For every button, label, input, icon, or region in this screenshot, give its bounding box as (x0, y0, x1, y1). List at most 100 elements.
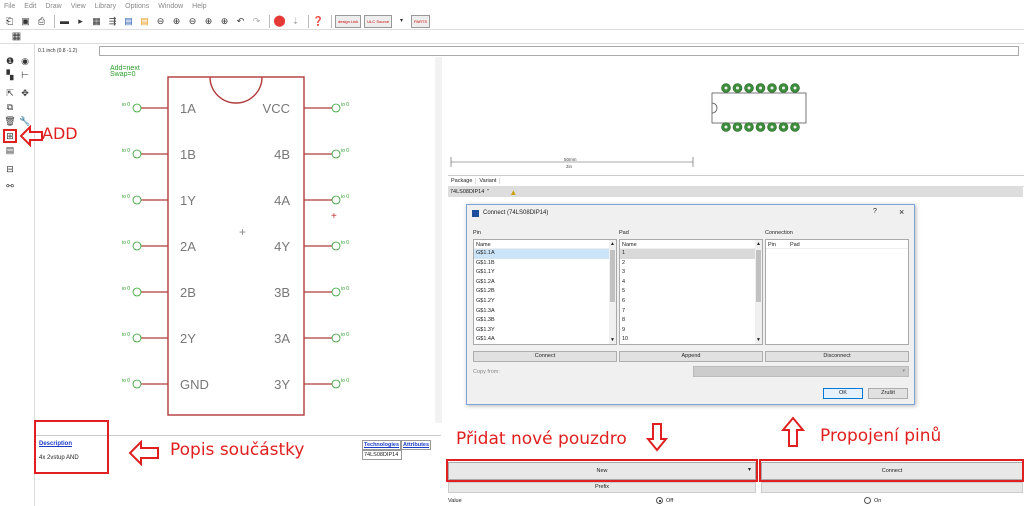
pad-list-item[interactable]: 4 (620, 278, 762, 288)
pin-list-scrollbar[interactable]: ▲ ▼ (609, 240, 616, 344)
move-icon[interactable]: ⇱ (4, 88, 16, 98)
design-link-button[interactable]: design Link (335, 14, 362, 28)
menu-options[interactable]: Options (125, 3, 149, 10)
pad-list-item[interactable]: 10 (620, 335, 762, 344)
zoom-in-icon[interactable]: ⊕ (170, 15, 183, 28)
print-icon[interactable]: ⎙ (35, 15, 48, 28)
invoke-icon[interactable]: ⊟ (4, 164, 16, 174)
cam-icon[interactable]: ▬ (58, 15, 71, 28)
scroll-up-icon[interactable]: ▲ (609, 240, 616, 248)
zoom-redraw-icon[interactable]: ⊕ (218, 15, 231, 28)
scroll-down-icon[interactable]: ▼ (609, 336, 616, 344)
scroll-thumb[interactable] (610, 250, 615, 302)
move-cross-icon[interactable]: ✥ (19, 88, 31, 98)
redo-icon[interactable]: ↷ (250, 15, 263, 28)
zoom-out-icon[interactable]: ⊖ (186, 15, 199, 28)
table-icon[interactable]: ▦ (10, 30, 23, 43)
save-icon[interactable]: ▣ (19, 15, 32, 28)
copy-icon[interactable]: ⧉ (4, 102, 16, 112)
info-icon[interactable]: ❶ (4, 56, 16, 66)
pin-list-item[interactable]: G$1.2A (474, 278, 616, 288)
pad-name-column[interactable]: Name ^ (620, 240, 762, 249)
pad-list-item[interactable]: 1 (620, 249, 762, 259)
zoom-select-icon[interactable]: ⊕ (202, 15, 215, 28)
pin-list-item[interactable]: G$1.3Y (474, 326, 616, 336)
pad-list-item[interactable]: 7 (620, 307, 762, 317)
board-icon[interactable]: ▤ (122, 15, 135, 28)
pin-name-column[interactable]: Name ^ (474, 240, 616, 249)
package-row[interactable]: 74LS08DIP14 '' ▲ (448, 187, 1023, 197)
pin-list-item[interactable]: G$1.3A (474, 307, 616, 317)
disconnect-button[interactable]: Disconnect (765, 351, 909, 362)
command-line-input[interactable] (99, 46, 1019, 56)
pad-list-item[interactable]: 8 (620, 316, 762, 326)
origin-cross: + (239, 225, 246, 239)
open-icon[interactable]: ⎗ (3, 15, 16, 28)
variant-column-header[interactable]: Variant (476, 178, 501, 184)
value-off-radio[interactable]: Off (656, 497, 673, 504)
scroll-up-icon[interactable]: ▲ (755, 240, 762, 248)
stop-icon[interactable]: ⬤ (273, 15, 286, 28)
scroll-down-icon[interactable]: ▼ (755, 336, 762, 344)
package-column-header[interactable]: Package (448, 178, 477, 184)
append-button[interactable]: Append (619, 351, 763, 362)
script-icon[interactable]: ⇶ (106, 15, 119, 28)
replace-icon[interactable]: ▤ (4, 145, 16, 155)
menu-draw[interactable]: Draw (45, 3, 61, 10)
schematic-icon[interactable]: ▤ (138, 15, 151, 28)
pad-list-scrollbar[interactable]: ▲ ▼ (755, 240, 762, 344)
pad-list-item[interactable]: 9 (620, 326, 762, 336)
connect-button[interactable]: Connect (473, 351, 617, 362)
copy-from-select[interactable]: ▾ (693, 366, 909, 377)
add-icon[interactable]: ⊞ (3, 129, 17, 143)
menu-help[interactable]: Help (192, 3, 206, 10)
undo-icon[interactable]: ↶ (234, 15, 247, 28)
scroll-thumb[interactable] (756, 250, 761, 302)
close-icon[interactable]: × (899, 207, 904, 217)
symbol-vertical-scrollbar[interactable] (435, 57, 442, 423)
menu-window[interactable]: Window (158, 3, 183, 10)
eye-icon[interactable]: ◉ (19, 56, 31, 66)
pin-list-item[interactable]: G$1.1B (474, 259, 616, 269)
pin-list[interactable]: Name ^ G$1.1A G$1.1B G$1.1Y G$1.2A G$1.2B G$1.… (473, 239, 617, 345)
pad-list-item[interactable]: 6 (620, 297, 762, 307)
pin-list-item[interactable]: G$1.2Y (474, 297, 616, 307)
pad-list-item[interactable]: 2 (620, 259, 762, 269)
delete-icon[interactable]: 🗑 (4, 116, 16, 126)
pin-list-item[interactable]: G$1.3B (474, 316, 616, 326)
pad-list-item[interactable]: 5 (620, 287, 762, 297)
technologies-link[interactable]: Technologies (362, 440, 402, 450)
pin-list-item[interactable]: G$1.1Y (474, 268, 616, 278)
attributes-link[interactable]: Attributes (401, 440, 432, 450)
pad-list-item[interactable]: 3 (620, 268, 762, 278)
pin-direction-label: io 0 (122, 286, 130, 292)
value-on-radio[interactable]: On (864, 497, 881, 504)
cancel-button[interactable]: Zrušit (868, 388, 908, 399)
help-icon[interactable]: ? (873, 208, 877, 215)
prefix-button[interactable]: Prefix (448, 482, 756, 493)
menu-file[interactable]: File (4, 3, 15, 10)
link-icon[interactable]: ⚯ (4, 181, 16, 191)
pad-list[interactable]: Name ^ 1 2 3 4 5 6 7 8 9 10 ▲ ▼ (619, 239, 763, 345)
zoom-fit-icon[interactable]: ⊖ (154, 15, 167, 28)
menu-library[interactable]: Library (95, 3, 116, 10)
connection-pad-column[interactable]: Pad (790, 242, 800, 248)
connection-list[interactable]: Pin Pad ^ (765, 239, 909, 345)
technology-value[interactable]: 74LS08DIP14 (362, 450, 402, 460)
go-icon[interactable]: ⇣ (289, 15, 302, 28)
parts-button[interactable]: PARTS (411, 14, 431, 28)
menu-view[interactable]: View (71, 3, 86, 10)
menu-edit[interactable]: Edit (24, 3, 36, 10)
ulp-icon[interactable]: ▸ (74, 15, 87, 28)
layers-icon[interactable]: ▚ (4, 70, 16, 80)
pin-list-item[interactable]: G$1.2B (474, 287, 616, 297)
ok-button[interactable]: OK (823, 388, 863, 399)
grid-icon[interactable]: ▦ (90, 15, 103, 28)
help-icon[interactable]: ❓ (312, 15, 325, 28)
symbol-editor[interactable]: Add=next Swap=0 io 0 1A io 0 1B io 0 1Y io 0 2A… (36, 57, 442, 423)
ulc-source-button[interactable]: ULC Source (364, 14, 393, 28)
pin-list-item[interactable]: G$1.1A (474, 249, 616, 259)
chevron-down-icon[interactable]: ▾ (395, 15, 408, 28)
pin-list-item[interactable]: G$1.4A (474, 335, 616, 344)
mark-icon[interactable]: ⊢ (19, 70, 31, 80)
